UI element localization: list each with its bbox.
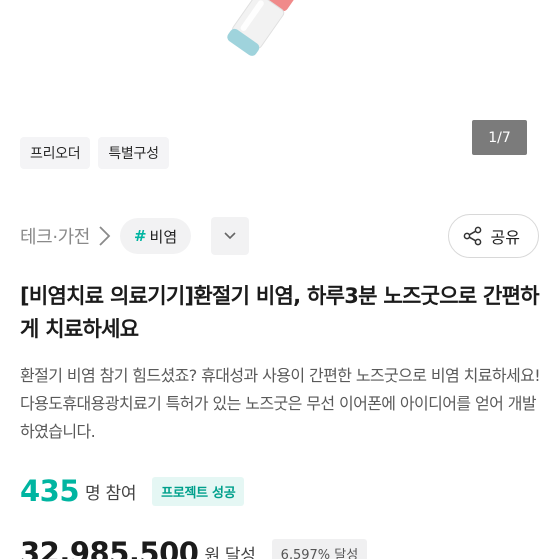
participants-row: 435 명 참여 프로젝트 성공 [20, 474, 245, 508]
tag-preorder: 프리오더 [20, 137, 91, 169]
project-title: [비염치료 의료기기]환절기 비염, 하루3분 노즈굿으로 간편하게 치료하세요 [20, 284, 540, 341]
participant-count: 435 [20, 474, 80, 508]
share-label: 공유 [490, 228, 520, 247]
share-button[interactable]: 공유 [447, 214, 539, 258]
nose-device-icon [227, 0, 305, 56]
image-pager: 1/7 [472, 120, 527, 155]
funded-amount: 32,985,500 [20, 536, 199, 559]
chip-label: 비염 [149, 227, 178, 246]
status-badge: 프로젝트 성공 [152, 476, 245, 506]
chevron-down-icon [224, 232, 236, 240]
category-link[interactable]: 테크·가전 [20, 223, 90, 249]
chip-hash: # [133, 227, 147, 245]
share-icon [463, 226, 481, 246]
achievement-badge: 6,597% 달성 [271, 538, 368, 559]
hero-tags: 프리오더 특별구성 [20, 137, 169, 169]
participant-unit: 명 참여 [85, 483, 137, 504]
product-hero[interactable]: 프리오더 특별구성 1/7 [0, 0, 559, 188]
project-description: 환절기 비염 참기 힘드셨죠? 휴대성과 사용이 간편한 노즈굿으로 비염 치료… [20, 366, 541, 441]
category-row: 테크·가전 # 비염 공유 [20, 214, 539, 258]
funding-row: 32,985,500 원 달성 6,597% 달성 [20, 536, 368, 559]
chevron-right-icon [99, 226, 111, 246]
tag-chip[interactable]: # 비염 [119, 218, 192, 254]
tag-special: 특별구성 [98, 137, 169, 169]
tag-dropdown-button[interactable] [211, 217, 250, 255]
funded-unit: 원 달성 [204, 545, 256, 559]
